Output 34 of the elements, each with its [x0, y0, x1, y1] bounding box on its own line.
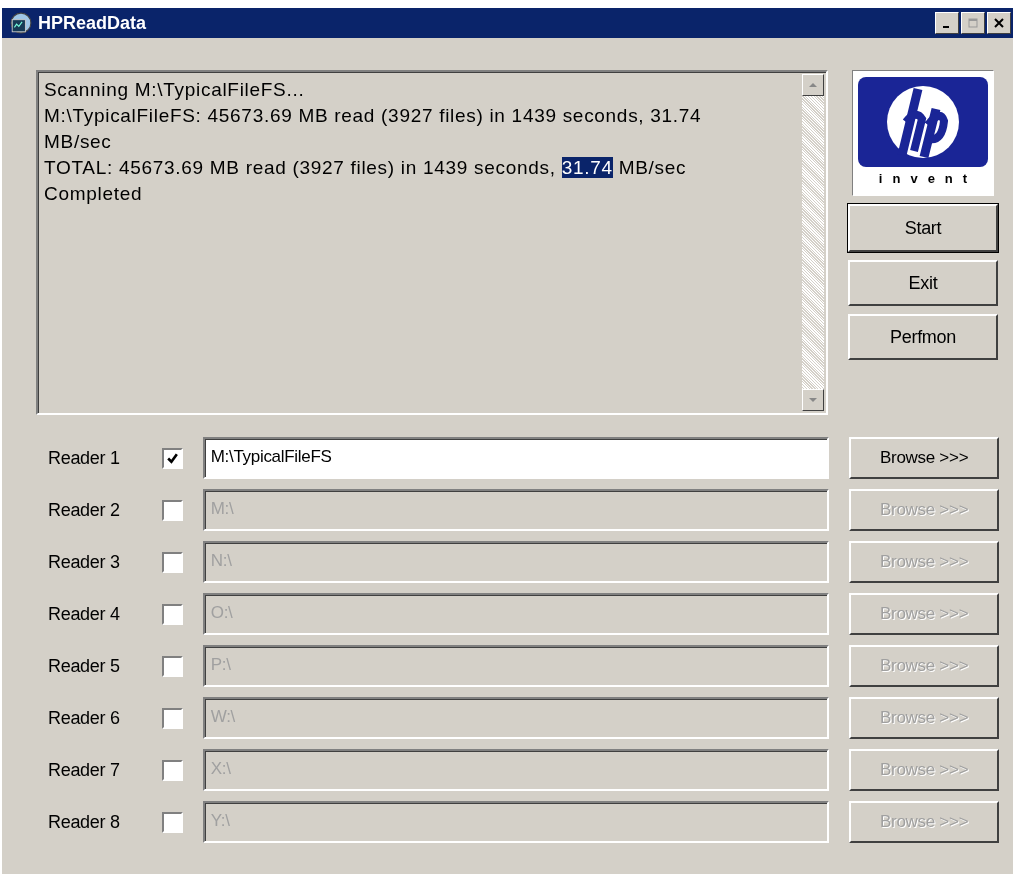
down-arrow-icon [808, 397, 818, 403]
minimize-button[interactable] [935, 12, 959, 34]
reader-label: Reader 2 [48, 499, 121, 521]
checkbox[interactable] [161, 447, 183, 469]
log-output[interactable]: Scanning M:\TypicalFileFS... M:\TypicalFileFS: 45673.69 MB read (3927 files) in 1439 seconds, 31.74 MB/sec TOTAL: 45673.69 MB read (3927 files) in 1439 seconds, 31.74 MB/sec Completed [36, 70, 828, 415]
reader-label: Reader 7 [48, 759, 121, 781]
reader-label: Reader 5 [48, 655, 121, 677]
path-field[interactable]: M:\TypicalFileFS [202, 437, 830, 479]
up-arrow-icon [808, 82, 818, 88]
log-line: Completed [44, 182, 144, 206]
minimize-icon [942, 26, 949, 28]
reader-label: Reader 1 [48, 447, 121, 469]
logo-tagline: invent [878, 171, 978, 186]
reader-label: Reader 3 [48, 551, 121, 573]
maximize-icon [968, 18, 978, 28]
reader-label: Reader 6 [48, 707, 121, 729]
log-line: M:\TypicalFileFS: 45673.69 MB read (3927 files) in 1439 seconds, 31.74 [44, 104, 703, 128]
close-icon [994, 18, 1004, 28]
globe-icon [10, 12, 32, 34]
browse-button[interactable]: Browse >>> [849, 437, 999, 479]
action-button[interactable]: Perfmon [848, 314, 998, 360]
window-title: HPReadData [38, 12, 147, 34]
action-button[interactable]: Start [848, 204, 998, 252]
reader-label: Reader 8 [48, 811, 121, 833]
maximize-button[interactable] [961, 12, 985, 34]
scrollbar[interactable] [802, 72, 826, 413]
log-line: TOTAL: 45673.69 MB read (3927 files) in 1439 seconds, 31.74 MB/sec [44, 156, 688, 180]
action-button[interactable]: Exit [848, 260, 998, 306]
log-line: MB/sec [44, 130, 113, 154]
close-button[interactable] [987, 12, 1011, 34]
log-line: Scanning M:\TypicalFileFS... [44, 78, 306, 102]
logo-mark-icon [858, 77, 988, 167]
checkmark-icon [165, 451, 179, 465]
reader-label: Reader 4 [48, 603, 121, 625]
